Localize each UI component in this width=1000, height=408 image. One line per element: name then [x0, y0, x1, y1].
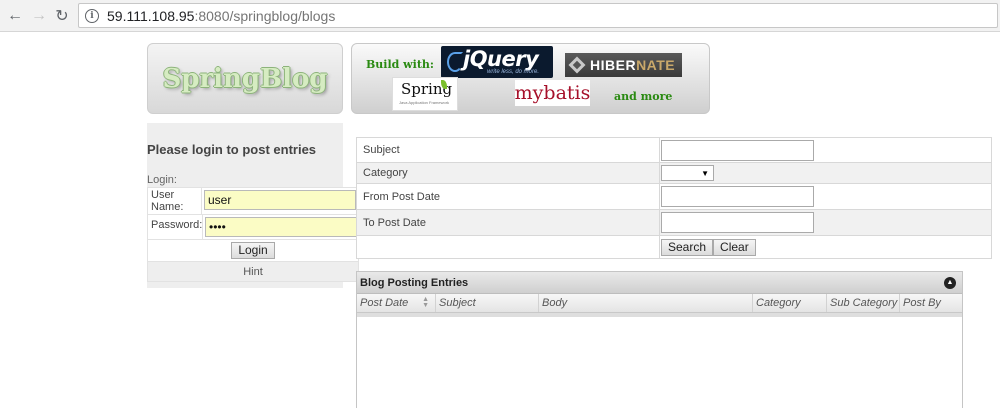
login-title: Please login to post entries [147, 142, 317, 157]
password-row: Password: [148, 215, 358, 240]
dropdown-arrow-icon: ▼ [701, 168, 709, 178]
jquery-swirl-icon [447, 52, 463, 72]
login-button-row: Login [148, 240, 358, 262]
url-path: :8080/springblog/blogs [194, 7, 336, 24]
column-category[interactable]: Category [753, 294, 827, 312]
forward-arrow-icon[interactable]: → [29, 6, 49, 26]
login-panel: Please login to post entries Login: User… [147, 123, 359, 288]
login-form: User Name: Password: Login Hint [147, 187, 359, 282]
login-button[interactable]: Login [231, 242, 275, 259]
url-text: 59.111.108.95:8080/springblog/blogs [107, 8, 335, 24]
site-logo-text: SpringBlog [162, 63, 328, 94]
password-label: Password: [148, 215, 203, 239]
site-logo: SpringBlog [147, 43, 343, 114]
info-icon[interactable]: i [85, 8, 99, 23]
jquery-logo: jQuery write less, do more. [441, 46, 553, 78]
url-host: 59.111.108.95 [107, 7, 195, 24]
hint-link[interactable]: Hint [148, 262, 358, 281]
hibernate-logo-text: HIBER [590, 57, 637, 73]
category-row: Category ▼ [357, 163, 991, 184]
spring-logo-subtitle: Java Application Framework [399, 100, 450, 105]
grid-header-shadow [357, 313, 962, 317]
column-body[interactable]: Body [539, 294, 753, 312]
reload-icon[interactable]: ↻ [52, 6, 72, 26]
subject-label: Subject [357, 138, 660, 162]
hibernate-logo-text-tail: NATE [636, 57, 676, 73]
hibernate-logo: HIBER NATE [565, 53, 682, 77]
collapse-icon[interactable]: ▲ [944, 276, 956, 289]
sort-icon: ▲ ▼ [422, 296, 429, 309]
blog-entries-grid: Blog Posting Entries ▲ Post Date ▲ ▼ Subj… [356, 271, 963, 408]
username-label: User Name: [148, 188, 202, 214]
and-more-label: and more [614, 90, 673, 103]
mybatis-logo: mybatis [515, 80, 590, 106]
search-buttons-row: Search Clear [357, 236, 991, 258]
back-arrow-icon[interactable]: ← [5, 6, 25, 26]
username-input[interactable] [204, 190, 356, 210]
to-date-row: To Post Date [357, 210, 991, 236]
column-post-by[interactable]: Post By [900, 294, 962, 312]
to-date-label: To Post Date [357, 210, 660, 235]
search-form: Subject Category ▼ From Post Date To Pos… [356, 137, 992, 259]
mybatis-logo-text: mybatis [514, 82, 591, 104]
grid-title-bar: Blog Posting Entries ▲ [357, 272, 962, 294]
login-section-label: Login: [147, 174, 177, 186]
grid-title: Blog Posting Entries [360, 276, 469, 289]
hibernate-mark-icon [568, 56, 586, 74]
browser-toolbar: ← → ↻ i 59.111.108.95:8080/springblog/bl… [0, 0, 1000, 32]
column-sub-category[interactable]: Sub Category [827, 294, 900, 312]
from-date-row: From Post Date [357, 184, 991, 210]
empty-label-cell [357, 236, 660, 258]
spring-logo: Spring Java Application Framework [392, 77, 458, 111]
column-subject[interactable]: Subject [436, 294, 539, 312]
to-date-input[interactable] [661, 212, 814, 233]
search-button[interactable]: Search [661, 238, 714, 256]
subject-input[interactable] [661, 139, 814, 161]
column-post-date[interactable]: Post Date ▲ ▼ [357, 294, 436, 312]
subject-row: Subject [357, 138, 991, 163]
category-select[interactable]: ▼ [661, 165, 714, 181]
from-date-label: From Post Date [357, 184, 660, 209]
clear-button[interactable]: Clear [713, 238, 756, 256]
jquery-logo-tagline: write less, do more. [487, 69, 540, 75]
column-post-date-label: Post Date [360, 297, 409, 309]
grid-header: Post Date ▲ ▼ Subject Body Category Sub C… [357, 294, 962, 313]
username-row: User Name: [148, 188, 358, 215]
built-with-banner: Build with: jQuery write less, do more. … [351, 43, 710, 114]
built-with-label: Build with: [366, 58, 434, 71]
category-label: Category [357, 163, 660, 183]
from-date-input[interactable] [661, 186, 814, 207]
password-input[interactable] [205, 217, 357, 237]
jquery-logo-text: jQuery [463, 47, 539, 71]
address-bar[interactable]: i 59.111.108.95:8080/springblog/blogs [78, 3, 998, 28]
